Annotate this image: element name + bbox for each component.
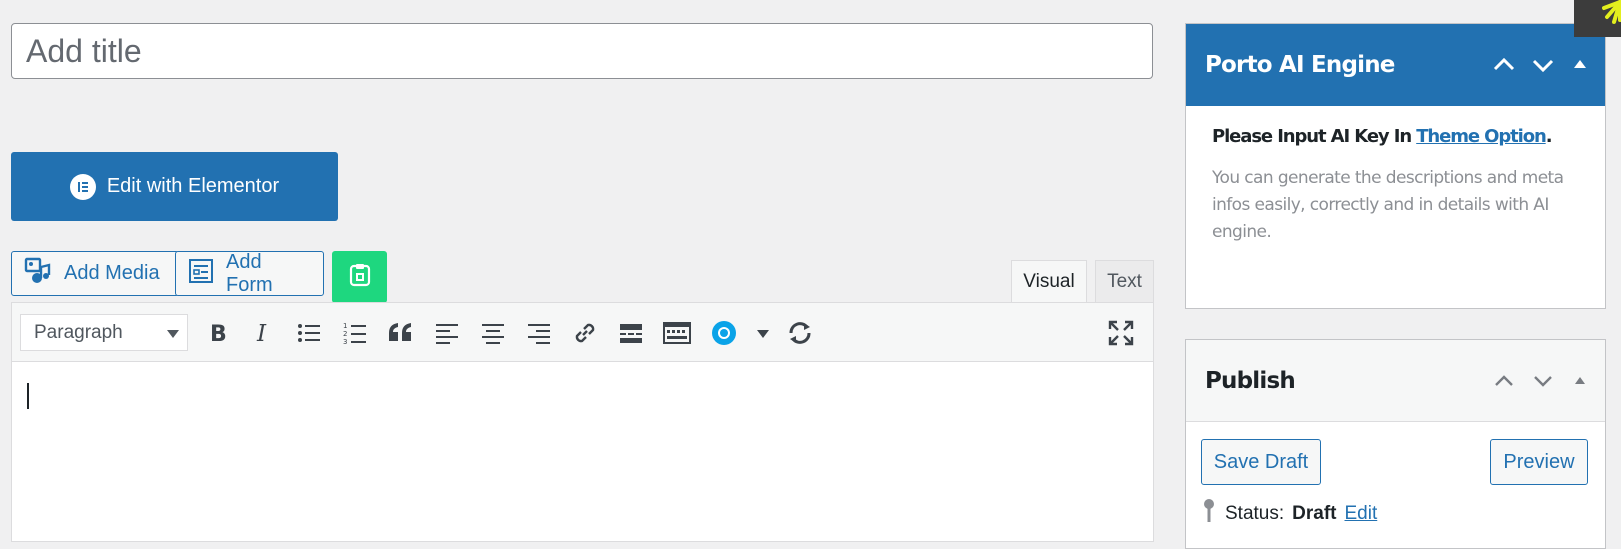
clipboard-button[interactable]: [332, 251, 387, 303]
media-icon: [24, 257, 52, 291]
add-media-label: Add Media: [64, 262, 160, 284]
theme-option-link[interactable]: Theme Option: [1416, 126, 1547, 147]
pin-icon: [1201, 498, 1217, 530]
svg-text:I: I: [256, 322, 267, 344]
collapse-toggle-icon[interactable]: [1567, 55, 1593, 75]
status-edit-link[interactable]: Edit: [1345, 503, 1378, 525]
ai-key-prefix: Please Input AI Key In: [1212, 126, 1417, 147]
svg-text:1: 1: [343, 322, 347, 330]
move-up-icon[interactable]: [1491, 371, 1517, 391]
ai-key-suffix: .: [1545, 126, 1553, 147]
porto-ai-panel-body: Please Input AI Key In Theme Option. You…: [1186, 106, 1605, 246]
italic-icon[interactable]: I: [248, 318, 278, 348]
align-right-icon[interactable]: [524, 318, 554, 348]
text-cursor: [27, 383, 29, 409]
blockquote-icon[interactable]: [386, 318, 416, 348]
read-more-icon[interactable]: [616, 318, 646, 348]
status-row: Status: Draft Edit: [1201, 498, 1377, 530]
add-form-button[interactable]: Add Form: [175, 251, 324, 296]
publish-panel: Publish Save Draft Preview Status: Draft…: [1185, 339, 1606, 549]
panel-title: Porto AI Engine: [1205, 52, 1395, 78]
align-left-icon[interactable]: [432, 318, 462, 348]
editor-content[interactable]: [12, 362, 1153, 542]
elementor-icon: [69, 173, 96, 200]
link-icon[interactable]: [570, 318, 600, 348]
align-center-icon[interactable]: [478, 318, 508, 348]
add-form-label: Add Form: [226, 250, 273, 296]
bullet-list-icon[interactable]: [294, 318, 324, 348]
editor: Paragraph B I 123: [11, 302, 1154, 542]
ring-dropdown-chevron-icon[interactable]: [757, 330, 769, 338]
preview-button[interactable]: Preview: [1490, 439, 1588, 485]
ring-dropdown-icon[interactable]: [709, 318, 739, 348]
publish-panel-header: Publish: [1186, 340, 1605, 422]
edit-with-elementor-button[interactable]: Edit with Elementor: [11, 152, 338, 221]
chevron-down-icon: [167, 330, 179, 338]
move-down-icon[interactable]: [1530, 55, 1556, 75]
add-media-button[interactable]: Add Media: [11, 251, 179, 296]
editor-toolbar: Paragraph B I 123: [12, 303, 1153, 362]
tab-text[interactable]: Text: [1095, 260, 1154, 303]
panel-title: Publish: [1205, 367, 1296, 394]
porto-ai-panel-header: Porto AI Engine: [1186, 24, 1605, 106]
numbered-list-icon[interactable]: 123: [340, 318, 370, 348]
title-input[interactable]: [11, 23, 1153, 79]
svg-text:B: B: [210, 322, 227, 344]
sparkle-icon: [1574, 0, 1621, 37]
ai-key-notice: Please Input AI Key In Theme Option.: [1212, 126, 1579, 147]
format-select[interactable]: Paragraph: [20, 314, 188, 351]
edit-with-elementor-label: Edit with Elementor: [106, 175, 280, 197]
move-up-icon[interactable]: [1491, 55, 1517, 75]
save-draft-button[interactable]: Save Draft: [1201, 439, 1321, 485]
toolbar-toggle-icon[interactable]: [662, 318, 692, 348]
svg-text:3: 3: [343, 338, 347, 345]
fullscreen-icon[interactable]: [1106, 318, 1136, 348]
porto-ai-panel: Porto AI Engine Please Input AI Key In T…: [1185, 23, 1606, 309]
svg-text:2: 2: [343, 330, 347, 338]
clipboard-icon: [349, 263, 371, 292]
status-value: Draft: [1292, 503, 1337, 524]
move-down-icon[interactable]: [1530, 371, 1556, 391]
tab-visual[interactable]: Visual: [1011, 260, 1087, 303]
form-icon: [188, 258, 214, 290]
bold-icon[interactable]: B: [202, 318, 232, 348]
refresh-icon[interactable]: [785, 318, 815, 348]
ai-description: You can generate the descriptions and me…: [1212, 168, 1564, 242]
status-label: Status:: [1225, 503, 1285, 524]
corner-badge[interactable]: [1574, 0, 1621, 37]
format-select-value: Paragraph: [34, 321, 123, 343]
collapse-toggle-icon[interactable]: [1567, 371, 1593, 391]
